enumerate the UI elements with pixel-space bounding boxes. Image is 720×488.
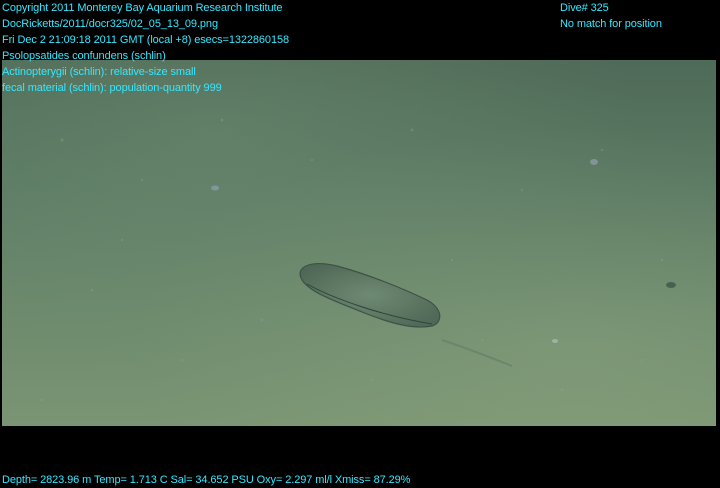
- annotation-fish: Actinopterygii (schlin): relative-size s…: [2, 66, 196, 78]
- annotation-species: Psolopsatides confundens (schlin): [2, 50, 166, 62]
- image-path-text: DocRicketts/2011/docr325/02_05_13_09.png: [2, 18, 218, 30]
- dive-number: Dive# 325: [560, 2, 609, 14]
- debris-particle: [666, 282, 676, 288]
- timestamp-text: Fri Dec 2 21:09:18 2011 GMT (local +8) e…: [2, 34, 289, 46]
- sediment-texture: [40, 118, 664, 402]
- debris-particle: [590, 159, 598, 165]
- video-frame: Copyright 2011 Monterey Bay Aquarium Res…: [0, 0, 720, 486]
- position-status: No match for position: [560, 18, 662, 30]
- overlay-header-right: Dive# 325 No match for position: [560, 0, 662, 32]
- overlay-header-left: Copyright 2011 Monterey Bay Aquarium Res…: [2, 0, 289, 96]
- track-mark: [441, 339, 513, 367]
- annotation-fecal: fecal material (schlin): population-quan…: [2, 82, 222, 94]
- sea-cucumber: [299, 263, 441, 328]
- debris-particle: [211, 185, 219, 191]
- debris-particle: [552, 339, 558, 343]
- seafloor-image: [2, 60, 716, 426]
- copyright-text: Copyright 2011 Monterey Bay Aquarium Res…: [2, 2, 283, 14]
- seafloor-scene: [40, 118, 676, 402]
